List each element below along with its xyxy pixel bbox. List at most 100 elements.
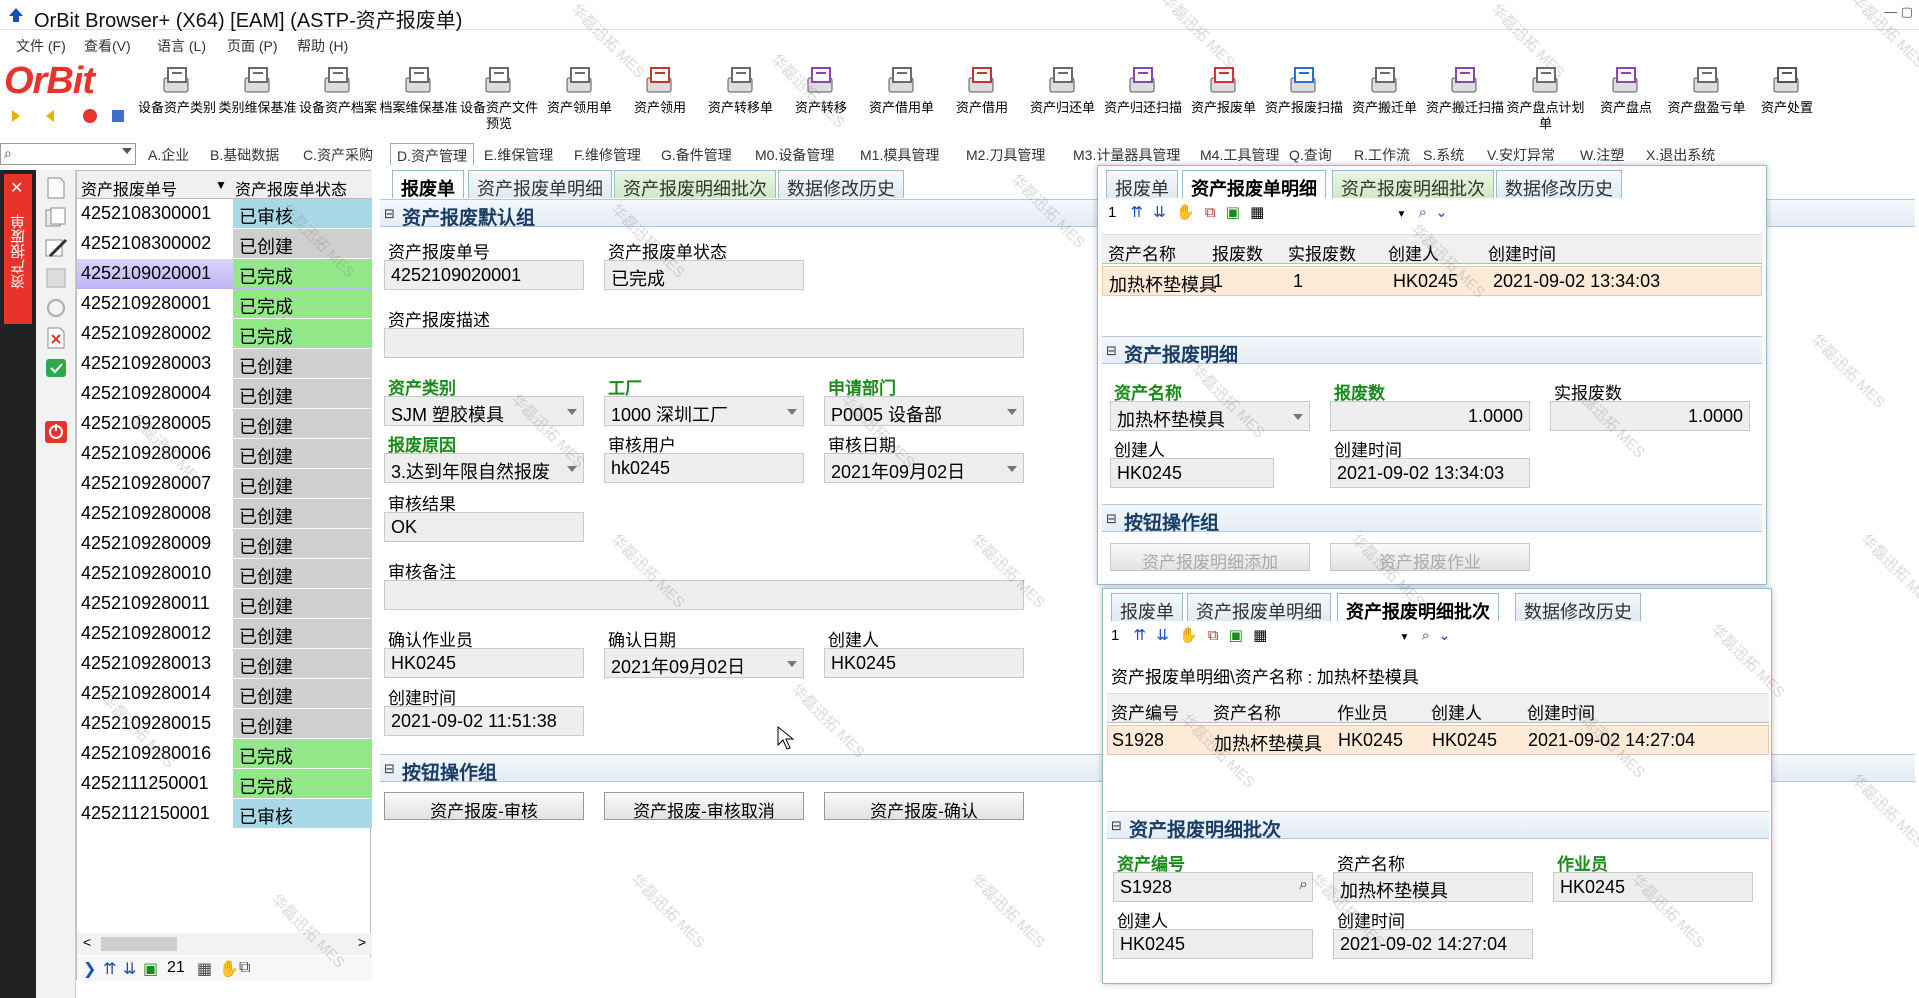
module-tab-7[interactable]: M0.设备管理 bbox=[755, 145, 834, 165]
toolbar-button-6[interactable]: 资产领用 bbox=[619, 64, 701, 116]
module-tab-12[interactable]: Q.查询 bbox=[1289, 145, 1332, 165]
sort-desc-icon[interactable]: ⇊ bbox=[1156, 627, 1169, 644]
audit-cancel-button[interactable]: 资产报废-审核取消 bbox=[604, 792, 804, 821]
hand-icon[interactable]: ✋ bbox=[1176, 204, 1195, 221]
batch-col-operator[interactable]: 作业员 bbox=[1337, 699, 1388, 724]
scroll-thumb[interactable] bbox=[101, 937, 177, 951]
detail-field-qty[interactable]: 1.0000 bbox=[1330, 401, 1530, 431]
tab-scrap-order[interactable]: 报废单 bbox=[392, 170, 464, 199]
save-icon[interactable] bbox=[42, 266, 70, 290]
power-icon[interactable] bbox=[42, 420, 70, 444]
columns-icon[interactable]: ▦ bbox=[1250, 204, 1264, 221]
detail-tab-history[interactable]: 数据修改历史 bbox=[1496, 170, 1622, 199]
sort-asc-icon[interactable]: ⇈ bbox=[1131, 204, 1144, 221]
toolbar-button-20[interactable]: 资产处置 bbox=[1746, 64, 1828, 116]
batch-field-code[interactable]: S1928 ⌕ bbox=[1113, 872, 1313, 902]
batch-field-operator[interactable]: HK0245 bbox=[1553, 872, 1753, 902]
module-tab-15[interactable]: V.安灯异常 bbox=[1487, 145, 1555, 165]
list-item[interactable]: 4252109280009 已创建 bbox=[77, 529, 372, 559]
toolbar-button-13[interactable]: 资产报废单 bbox=[1183, 64, 1265, 116]
menu-file[interactable]: 文件 (F) bbox=[16, 36, 66, 56]
detail-col-create-time[interactable]: 创建时间 bbox=[1488, 240, 1556, 265]
list-item[interactable]: 4252109280014 已创建 bbox=[77, 679, 372, 709]
toolbar-button-9[interactable]: 资产借用单 bbox=[861, 64, 943, 116]
module-tab-17[interactable]: X.退出系统 bbox=[1646, 145, 1715, 165]
batch-tab-scrap-batch[interactable]: 资产报废明细批次 bbox=[1337, 593, 1499, 622]
list-item[interactable]: 4252109280015 已创建 bbox=[77, 709, 372, 739]
detail-grid-row[interactable]: 加热杯垫模具 1 1 HK0245 2021-09-02 13:34:03 bbox=[1102, 266, 1762, 296]
collapse-icon[interactable]: ⊟ bbox=[1106, 511, 1117, 527]
detail-col-real-qty[interactable]: 实报废数 bbox=[1288, 240, 1356, 265]
detail-col-qty[interactable]: 报废数 bbox=[1212, 240, 1263, 265]
field-create-time[interactable]: 2021-09-02 11:51:38 bbox=[384, 706, 584, 736]
refresh-icon[interactable] bbox=[42, 296, 70, 320]
search-icon[interactable]: ⌕ bbox=[1419, 204, 1427, 221]
module-tab-3[interactable]: D.资产管理 bbox=[390, 143, 474, 165]
tab-history[interactable]: 数据修改历史 bbox=[778, 170, 904, 199]
detail-tab-scrap-detail[interactable]: 资产报废单明细 bbox=[1182, 170, 1326, 199]
tab-scrap-batch[interactable]: 资产报废明细批次 bbox=[614, 170, 776, 199]
tab-scrap-detail[interactable]: 资产报废单明细 bbox=[468, 170, 612, 199]
detail-tab-scrap-order[interactable]: 报废单 bbox=[1106, 170, 1178, 199]
batch-grid-row[interactable]: S1928 加热杯垫模具 HK0245 HK0245 2021-09-02 14… bbox=[1107, 725, 1769, 755]
batch-col-name[interactable]: 资产名称 bbox=[1213, 699, 1281, 724]
list-item[interactable]: 4252109020001 已完成 bbox=[77, 259, 372, 289]
batch-tab-scrap-order[interactable]: 报废单 bbox=[1111, 593, 1183, 622]
list-item[interactable]: 4252109280008 已创建 bbox=[77, 499, 372, 529]
copy-icon[interactable]: ⧉ bbox=[1205, 204, 1216, 221]
toolbar-button-8[interactable]: 资产转移 bbox=[780, 64, 862, 116]
detail-field-creator[interactable]: HK0245 bbox=[1110, 458, 1274, 488]
columns-icon[interactable]: ▦ bbox=[1253, 627, 1267, 644]
search-input[interactable]: ⌕ bbox=[0, 143, 136, 165]
expand-down-icon[interactable]: ⌄ bbox=[1435, 204, 1448, 221]
field-plant[interactable]: 1000 深圳工厂 bbox=[604, 396, 804, 426]
toolbar-button-7[interactable]: 资产转移单 bbox=[700, 64, 782, 116]
export-icon[interactable]: ▣ bbox=[1229, 627, 1243, 644]
list-item[interactable]: 4252111250001 已完成 bbox=[77, 769, 372, 799]
field-department[interactable]: P0005 设备部 bbox=[824, 396, 1024, 426]
detail-col-creator[interactable]: 创建人 bbox=[1388, 240, 1439, 265]
module-tab-0[interactable]: A.企业 bbox=[148, 145, 189, 165]
module-tab-5[interactable]: F.维修管理 bbox=[574, 145, 641, 165]
toolbar-button-18[interactable]: 资产盘点 bbox=[1585, 64, 1667, 116]
list-item[interactable]: 4252109280005 已创建 bbox=[77, 409, 372, 439]
list-item[interactable]: 4252109280013 已创建 bbox=[77, 649, 372, 679]
new-document-icon[interactable] bbox=[42, 176, 70, 200]
lookup-icon[interactable]: ⌕ bbox=[1299, 876, 1308, 894]
field-order-no[interactable]: 4252109020001 bbox=[384, 260, 584, 290]
toolbar-button-2[interactable]: 设备资产档案 bbox=[297, 64, 379, 116]
confirm-button[interactable]: 资产报废-确认 bbox=[824, 792, 1024, 821]
batch-col-creator[interactable]: 创建人 bbox=[1431, 699, 1482, 724]
collapse-icon[interactable]: ⊟ bbox=[1111, 818, 1122, 834]
module-tab-4[interactable]: E.维保管理 bbox=[484, 145, 553, 165]
col-header-order-no[interactable]: 资产报废单号 bbox=[81, 176, 177, 200]
toolbar-button-12[interactable]: 资产归还扫描 bbox=[1102, 64, 1184, 116]
detail-field-real-qty[interactable]: 1.0000 bbox=[1550, 401, 1750, 431]
collapse-icon[interactable]: ⊟ bbox=[1106, 343, 1117, 359]
module-tab-16[interactable]: W.注塑 bbox=[1580, 145, 1624, 165]
list-item[interactable]: 4252112150001 已审核 bbox=[77, 799, 372, 829]
batch-section[interactable]: ⊟ 资产报废明细批次 bbox=[1107, 811, 1769, 841]
toolbar-button-3[interactable]: 档案维保基准 bbox=[378, 64, 460, 116]
collapse-icon[interactable]: ⊟ bbox=[384, 206, 395, 222]
list-item[interactable]: 4252109280003 已创建 bbox=[77, 349, 372, 379]
toolbar-button-19[interactable]: 资产盘盈亏单 bbox=[1666, 64, 1748, 116]
field-audit-remark[interactable] bbox=[384, 580, 1024, 610]
list-item[interactable]: 4252109280010 已创建 bbox=[77, 559, 372, 589]
chevron-down-icon[interactable]: ▼ bbox=[1396, 209, 1406, 220]
detail-section[interactable]: ⊟ 资产报废明细 bbox=[1102, 336, 1762, 366]
field-auditor[interactable]: hk0245 bbox=[604, 453, 804, 483]
batch-field-create-time[interactable]: 2021-09-02 14:27:04 bbox=[1333, 929, 1533, 959]
menu-help[interactable]: 帮助 (H) bbox=[297, 36, 348, 56]
module-tab-10[interactable]: M3.计量器具管理 bbox=[1073, 145, 1180, 165]
chevron-down-icon[interactable]: ▼ bbox=[1399, 632, 1409, 643]
hand-icon[interactable]: ✋ bbox=[219, 959, 239, 979]
module-tab-2[interactable]: C.资产采购 bbox=[303, 145, 373, 165]
toolbar-button-16[interactable]: 资产搬迁扫描 bbox=[1424, 64, 1506, 116]
list-item[interactable]: 4252108300002 已创建 bbox=[77, 229, 372, 259]
toolbar-button-1[interactable]: 类别维保基准 bbox=[217, 64, 299, 116]
field-description[interactable] bbox=[384, 328, 1024, 358]
menu-page[interactable]: 页面 (P) bbox=[227, 36, 278, 56]
field-creator[interactable]: HK0245 bbox=[824, 648, 1024, 678]
field-reason[interactable]: 3.达到年限自然报废 bbox=[384, 453, 584, 483]
